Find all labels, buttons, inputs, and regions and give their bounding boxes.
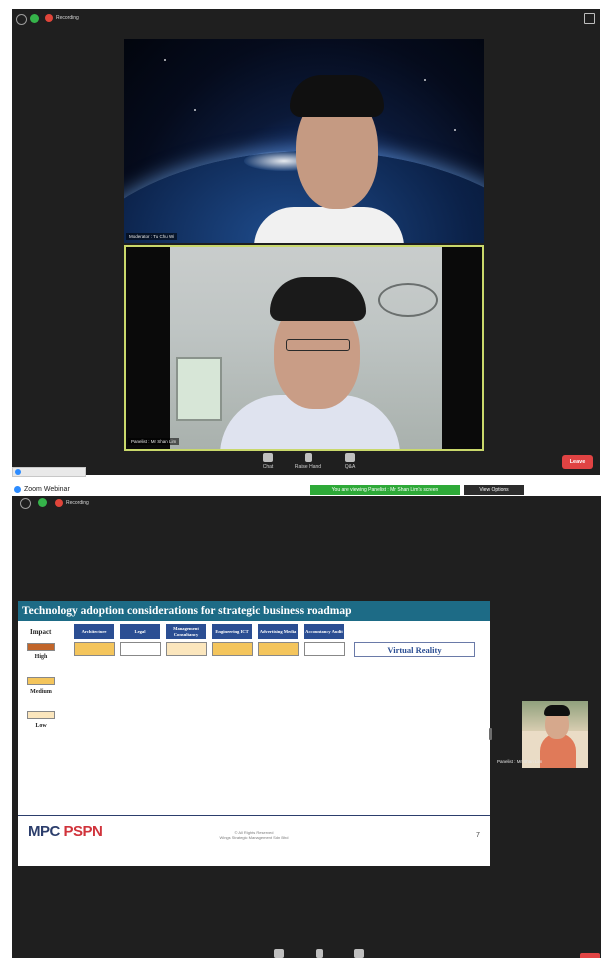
video-tile-panelist[interactable]: Panelist : Mr Shan Lim xyxy=(124,245,484,451)
participant-name-tag: Panelist : Mr Shan Lim xyxy=(128,438,180,445)
room-window xyxy=(176,357,222,421)
legend-label-high: High xyxy=(34,654,48,660)
chat-icon[interactable] xyxy=(274,949,284,958)
security-shield-icon[interactable] xyxy=(30,14,39,23)
mpc-pspn-logo: MPC PSPN xyxy=(28,823,103,840)
panel-resize-handle[interactable] xyxy=(489,728,492,740)
star-dot xyxy=(164,59,166,61)
slide-header: Technology adoption considerations for s… xyxy=(18,601,490,621)
security-shield-icon[interactable] xyxy=(38,498,47,507)
qa-label: Q&A xyxy=(344,464,356,470)
info-icon[interactable] xyxy=(20,498,31,509)
leave-button[interactable]: Leave xyxy=(562,455,593,469)
recording-label: Recording xyxy=(66,500,89,506)
raise-hand-button[interactable]: Raise Hand xyxy=(291,453,325,470)
column-header: Advertising Media xyxy=(258,624,298,639)
recording-label: Recording xyxy=(56,15,79,21)
shared-slide: Technology adoption considerations for s… xyxy=(18,601,490,866)
participant-name-tag: Moderator : Tu Chu Wi xyxy=(126,233,178,240)
video-tile-moderator[interactable]: Moderator : Tu Chu Wi xyxy=(124,39,484,243)
column-header: Architecture xyxy=(74,624,114,639)
impact-cell xyxy=(304,642,345,656)
recording-icon xyxy=(45,14,53,22)
info-icon[interactable] xyxy=(16,14,27,25)
chat-icon xyxy=(263,453,273,462)
impact-cell xyxy=(258,642,299,656)
raise-hand-label: Raise Hand xyxy=(294,464,322,470)
star-dot xyxy=(194,109,196,111)
recording-icon xyxy=(55,499,63,507)
star-dot xyxy=(424,79,426,81)
chat-button[interactable]: Chat xyxy=(256,453,280,470)
legend-swatch-low xyxy=(27,711,55,719)
top-status-bar: Recording xyxy=(12,496,601,509)
leave-button[interactable] xyxy=(580,953,600,958)
legend-label-medium: Medium xyxy=(30,689,52,695)
impact-cell xyxy=(120,642,161,656)
column-header: Legal xyxy=(120,624,160,639)
room-background xyxy=(170,247,442,449)
zoom-icon xyxy=(15,469,21,475)
qa-button[interactable]: Q&A xyxy=(338,453,362,470)
fullscreen-icon[interactable] xyxy=(584,13,595,24)
qa-icon xyxy=(345,453,355,462)
slide-footer-divider xyxy=(18,815,490,816)
logo-mpc: MPC xyxy=(28,823,60,840)
app-title: Zoom Webinar xyxy=(24,486,70,493)
chat-label: Chat xyxy=(262,464,274,470)
column-header: Management Consultancy xyxy=(166,624,206,639)
copyright-notice: © All Rights Reserved Wings Strategic Ma… xyxy=(204,830,304,840)
ceiling-lamp xyxy=(378,283,438,317)
slide-title: Technology adoption considerations for s… xyxy=(22,605,352,617)
logo-pspn: PSPN xyxy=(63,823,103,840)
meeting-window-top: Recording Moderator : Tu Chu Wi Panelist… xyxy=(12,9,600,475)
legend-label-low: Low xyxy=(35,723,47,729)
panelist-thumbnail[interactable] xyxy=(522,701,588,768)
qa-icon[interactable] xyxy=(354,949,364,958)
impact-cell xyxy=(212,642,253,656)
thumbnail-name-tag: Panelist : Mr Shan Lim xyxy=(497,759,543,764)
legend-swatch-high xyxy=(27,643,55,651)
top-status-bar: Recording xyxy=(12,9,600,27)
speaker-shirt xyxy=(254,207,404,243)
slide-page-number: 7 xyxy=(476,832,480,839)
panelist-hair xyxy=(270,277,366,321)
impact-cell xyxy=(166,642,207,656)
hand-icon xyxy=(304,453,312,462)
hand-icon[interactable] xyxy=(316,949,323,958)
zoom-logo-icon xyxy=(14,486,21,493)
legend-swatch-medium xyxy=(27,677,55,685)
column-header: Engineering ICT xyxy=(212,624,252,639)
technology-label: Virtual Reality xyxy=(354,642,475,657)
mini-controls-strip[interactable] xyxy=(12,467,86,477)
speaker-hair xyxy=(290,75,384,117)
glasses-icon xyxy=(286,339,350,351)
column-header: Accountancy Audit xyxy=(304,624,344,639)
impact-label: Impact xyxy=(30,628,52,636)
copyright-company: Wings Strategic Management Sdn Bhd xyxy=(219,835,289,840)
viewing-banner: You are viewing Panelist : Mr Shan Lim's… xyxy=(310,485,460,495)
view-options-button[interactable]: View Options xyxy=(464,485,524,495)
webinar-window: Zoom Webinar Recording You are viewing P… xyxy=(12,483,601,958)
thumbnail-hair xyxy=(544,705,570,716)
star-dot xyxy=(454,129,456,131)
impact-cell xyxy=(74,642,115,656)
